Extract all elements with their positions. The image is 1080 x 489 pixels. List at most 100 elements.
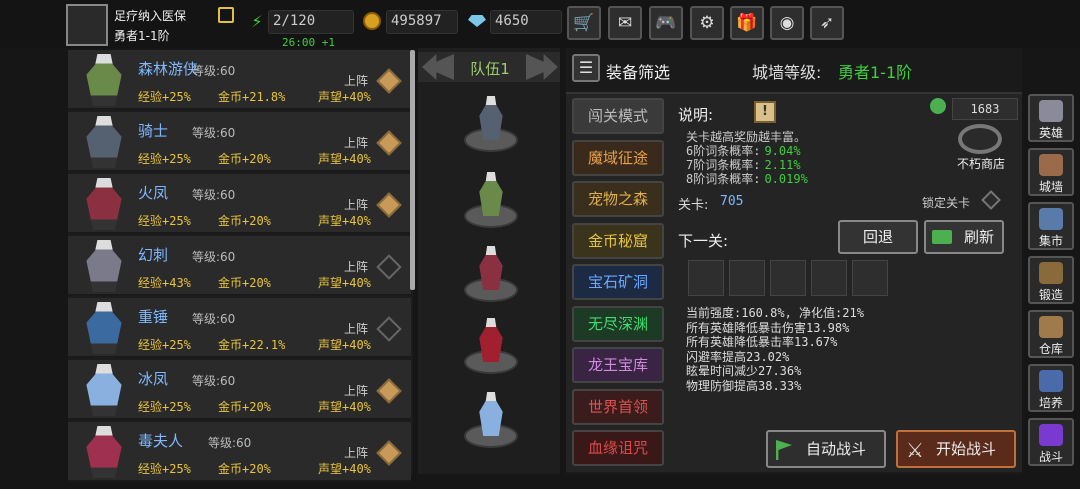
description-value: 9.04% xyxy=(764,144,801,158)
nav-market-button[interactable]: 集市 xyxy=(1028,202,1074,250)
deploy-button[interactable]: 上阵 xyxy=(344,444,368,461)
cart-icon[interactable]: 🛒 xyxy=(567,6,601,40)
gamepad-icon[interactable]: 🎮 xyxy=(649,6,683,40)
enemy-stat-line: 物理防御提高38.33% xyxy=(686,378,802,393)
enemy-stat-line: 当前强度:160.8%, 净化值:21% xyxy=(686,306,864,320)
description-line: 6阶词条概率: 9.04% xyxy=(686,144,801,158)
auto-battle-button[interactable]: 自动战斗 xyxy=(766,430,886,468)
hero-row[interactable]: 毒夫人 等级:60 上阵 经验+25% 金币+20% 声望+40% xyxy=(68,422,411,482)
hero-row[interactable]: 冰凤 等级:60 上阵 经验+25% 金币+20% 声望+40% xyxy=(68,360,411,420)
energy-timer: 26:00 +1 xyxy=(282,36,335,49)
deploy-button[interactable]: 上阵 xyxy=(344,134,368,151)
hero-row[interactable]: 森林游侠 等级:60 上阵 经验+25% 金币+21.8% 声望+40% xyxy=(68,50,411,110)
hero-bonus: 经验+25% xyxy=(138,90,191,104)
deploy-button[interactable]: 上阵 xyxy=(344,258,368,275)
equipment-filter-label[interactable]: 装备筛选 xyxy=(606,59,670,83)
energy-counter: 2/120 xyxy=(268,10,354,34)
deploy-toggle-icon[interactable] xyxy=(376,378,402,404)
hero-sprite xyxy=(86,116,122,168)
deploy-toggle-icon[interactable] xyxy=(376,254,402,280)
team-label: 队伍1 xyxy=(470,60,510,78)
mode-button[interactable]: 宝石矿洞 xyxy=(572,264,664,300)
hero-row[interactable]: 火凤 等级:60 上阵 经验+25% 金币+20% 声望+40% xyxy=(68,174,411,234)
deploy-button[interactable]: 上阵 xyxy=(344,72,368,89)
start-battle-label: 开始战斗 xyxy=(935,440,996,458)
gift-icon[interactable]: 🎁 xyxy=(730,6,764,40)
nav-warehouse-button[interactable]: 仓库 xyxy=(1028,310,1074,358)
nav-forge-button[interactable]: 锻造 xyxy=(1028,256,1074,304)
gear-icon[interactable]: ⚙ xyxy=(690,6,724,40)
shop-currency-icon xyxy=(930,98,946,114)
nav-market-icon xyxy=(1039,208,1063,230)
enemy-portrait xyxy=(852,260,888,296)
hero-bonus: 声望+40% xyxy=(318,276,371,290)
deploy-button[interactable]: 上阵 xyxy=(344,196,368,213)
mode-button[interactable]: 宠物之森 xyxy=(572,181,664,217)
deploy-toggle-icon[interactable] xyxy=(376,192,402,218)
nav-train-button[interactable]: 培养 xyxy=(1028,364,1074,412)
hero-row[interactable]: 骑士 等级:60 上阵 经验+25% 金币+20% 声望+40% xyxy=(68,112,411,172)
hero-name: 毒夫人 xyxy=(138,432,184,450)
immortal-shop-label[interactable]: 不朽商店 xyxy=(957,155,1005,172)
back-button[interactable]: 回退 xyxy=(838,220,918,254)
hero-sprite xyxy=(86,178,122,230)
deploy-toggle-icon[interactable] xyxy=(376,68,402,94)
mode-button[interactable]: 无尽深渊 xyxy=(572,305,664,342)
immortal-shop-icon[interactable] xyxy=(958,124,1002,154)
mode-button[interactable]: 龙王宝库 xyxy=(572,347,664,383)
nav-battle-button[interactable]: 战斗 xyxy=(1028,418,1074,466)
hero-list[interactable]: 森林游侠 等级:60 上阵 经验+25% 金币+21.8% 声望+40% 骑士 等级:60 上阵… xyxy=(68,50,413,482)
hero-bonus: 经验+25% xyxy=(138,214,191,228)
hero-bonus: 金币+20% xyxy=(218,400,271,414)
hero-sprite xyxy=(86,302,122,354)
start-battle-button[interactable]: ⚔ 开始战斗 xyxy=(896,430,1016,468)
description-value: 0.019% xyxy=(764,172,808,186)
deploy-toggle-icon[interactable] xyxy=(376,130,402,156)
menu-icon[interactable]: ☰ xyxy=(572,54,600,82)
help-icon[interactable]: ! xyxy=(754,101,776,123)
mode-button[interactable]: 血缘诅咒 xyxy=(572,430,664,466)
wheel-icon[interactable]: ◉ xyxy=(770,6,804,40)
camera-icon xyxy=(932,230,952,244)
hero-name: 冰凤 xyxy=(138,370,169,388)
nav-wall-button[interactable]: 城墙 xyxy=(1028,148,1074,196)
deploy-toggle-icon[interactable] xyxy=(376,316,402,342)
description-text: 7阶词条概率: xyxy=(686,158,761,172)
mode-button[interactable]: 魔域征途 xyxy=(572,139,664,176)
hero-bonus: 金币+20% xyxy=(218,276,271,290)
hero-bonus: 经验+43% xyxy=(138,276,191,290)
hero-level: 等级:60 xyxy=(192,126,236,140)
hero-row[interactable]: 重锤 等级:60 上阵 经验+25% 金币+22.1% 声望+40% xyxy=(68,298,411,358)
description-text: 8阶词条概率: xyxy=(686,172,761,186)
hero-name: 森林游侠 xyxy=(138,60,199,78)
nav-train-label: 培养 xyxy=(1038,396,1063,410)
mail-icon[interactable]: ✉ xyxy=(608,6,642,40)
enemy-portrait xyxy=(770,260,806,296)
nav-forge-label: 锻造 xyxy=(1038,288,1063,302)
feather-icon[interactable]: ➶ xyxy=(810,6,844,40)
enemy-stat-line: 所有英雄降低暴击率13.67% xyxy=(686,335,838,349)
hero-bonus: 金币+20% xyxy=(218,152,271,166)
hero-level: 等级:60 xyxy=(208,436,252,450)
wall-level-value: 勇者1-1阶 xyxy=(838,63,913,82)
player-avatar[interactable] xyxy=(66,4,108,46)
hero-row[interactable]: 幻刺 等级:60 上阵 经验+43% 金币+20% 声望+40% xyxy=(68,236,411,296)
hero-list-scrollbar[interactable] xyxy=(410,50,415,290)
stage-label: 关卡: xyxy=(678,198,709,213)
nav-hero-button[interactable]: 英雄 xyxy=(1028,94,1074,142)
shop-currency-counter: 1683 xyxy=(952,98,1018,120)
hero-name: 骑士 xyxy=(138,122,169,140)
nav-battle-label: 战斗 xyxy=(1038,450,1063,464)
hero-name: 火凤 xyxy=(138,184,169,202)
deploy-button[interactable]: 上阵 xyxy=(344,320,368,337)
refresh-button[interactable]: 刷新 xyxy=(924,220,1004,254)
deploy-toggle-icon[interactable] xyxy=(376,440,402,466)
hero-bonus: 声望+40% xyxy=(318,90,371,104)
edit-icon[interactable] xyxy=(218,7,234,23)
mode-button[interactable]: 闯关模式 xyxy=(572,98,664,134)
mode-button[interactable]: 金币秘窟 xyxy=(572,222,664,259)
deploy-button[interactable]: 上阵 xyxy=(344,382,368,399)
mode-button[interactable]: 世界首领 xyxy=(572,388,664,425)
nav-wall-label: 城墙 xyxy=(1038,180,1063,194)
hero-bonus: 声望+40% xyxy=(318,338,371,352)
